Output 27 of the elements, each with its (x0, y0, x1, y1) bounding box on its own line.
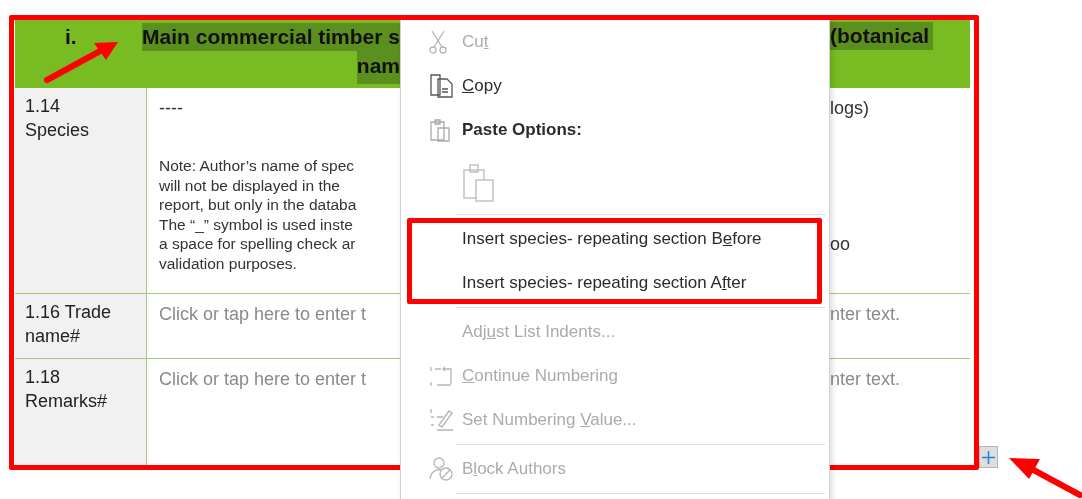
person-block-icon (429, 456, 455, 482)
section-title: Main commercial timber s (142, 23, 400, 51)
clipboard-icon (429, 118, 451, 142)
add-section-button[interactable] (979, 446, 998, 468)
menu-item[interactable]: Copy (401, 64, 829, 108)
numbered-list-edit-icon (429, 407, 455, 433)
scissors-icon (429, 30, 447, 54)
section-number: i. (65, 25, 77, 49)
placeholder-text[interactable]: nter text. (830, 302, 901, 326)
row-label: 1.16 Trade name# (15, 294, 147, 358)
cell-text: oo (830, 233, 851, 256)
placeholder-text[interactable]: Click or tap here to enter t (159, 367, 367, 391)
section-title: nam (356, 50, 400, 84)
copy-icon (429, 73, 455, 99)
cell-text: logs) (830, 97, 869, 120)
menu-item[interactable]: Insert species- repeating section After (401, 261, 829, 305)
placeholder-text[interactable]: Click or tap here to enter t (159, 302, 367, 326)
numbering-icon (429, 364, 455, 388)
note-text: Note: Author’s name of spec will not be displayed in the report, but only in the databa The “_” symbol is used inste a space for spelling check ar validation purposes. (159, 156, 357, 273)
row-label: 1.18 Remarks# (15, 359, 147, 467)
cell-text: ---- (159, 97, 183, 120)
menu-heading: Paste Options: (401, 108, 829, 152)
row-label: 1.14 Species (15, 88, 147, 293)
section-title: (botanical (830, 22, 934, 50)
plus-icon (982, 450, 995, 464)
placeholder-text[interactable]: nter text. (830, 367, 901, 391)
menu-item[interactable]: Insert species- repeating section Before (401, 217, 829, 261)
